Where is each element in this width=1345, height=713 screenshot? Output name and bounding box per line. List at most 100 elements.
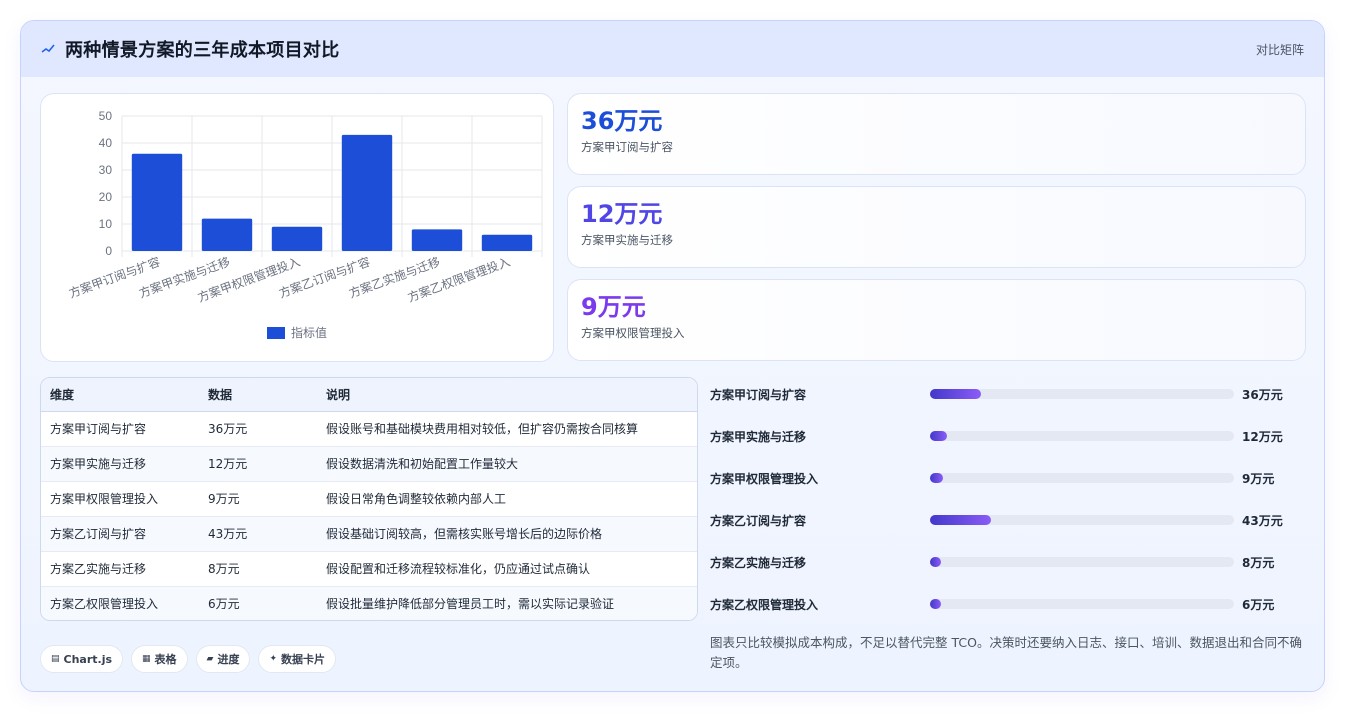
progress-track: [930, 515, 1234, 525]
data-table: 维度 数据 说明 方案甲订阅与扩容 36万元 假设账号和基础模块费用相对较低，但扩容仍需…: [40, 377, 698, 621]
progress-row: 方案乙权限管理投入 6万元: [710, 594, 1290, 614]
progress-value: 36万元: [1242, 387, 1283, 402]
page-title: 两种情景方案的三年成本项目对比: [65, 40, 340, 61]
feature-chips: ▤ Chart.js ▦ 表格 ▰ 进度 ✦ 数据卡片: [40, 645, 337, 673]
progress-track: [930, 599, 1234, 609]
card-header: 两种情景方案的三年成本项目对比 对比矩阵: [21, 21, 1324, 77]
progress-icon: ▰: [206, 654, 214, 664]
table-cell: 假设配置和迁移流程较标准化，仍应通过试点确认: [317, 551, 697, 587]
table-row: 方案乙实施与迁移 8万元 假设配置和迁移流程较标准化，仍应通过试点确认: [41, 551, 697, 587]
progress-track: [930, 431, 1234, 441]
progress-label: 方案乙订阅与扩容: [710, 513, 807, 528]
progress-row: 方案甲实施与迁移 12万元: [710, 426, 1290, 446]
table-cell: 方案甲权限管理投入: [41, 481, 199, 517]
stat-label: 方案甲实施与迁移: [581, 233, 673, 247]
chip-table[interactable]: ▦ 表格: [131, 645, 188, 673]
table-cell: 方案乙订阅与扩容: [41, 516, 199, 552]
table-cell: 假设基础订阅较高，但需核实账号增长后的边际价格: [317, 516, 697, 552]
progress-fill: [930, 389, 981, 399]
table-row: 方案甲实施与迁移 12万元 假设数据清洗和初始配置工作量较大: [41, 446, 697, 482]
bar: [411, 229, 463, 251]
progress-track: [930, 473, 1234, 483]
y-tick-label: 50: [99, 109, 113, 123]
progress-label: 方案甲订阅与扩容: [710, 387, 807, 402]
y-tick-label: 0: [105, 244, 112, 258]
progress-value: 12万元: [1242, 429, 1283, 444]
table-cell: 9万元: [199, 481, 317, 517]
table-header-row: 维度 数据 说明: [41, 378, 697, 412]
progress-row: 方案甲权限管理投入 9万元: [710, 468, 1290, 488]
table-row: 方案甲订阅与扩容 36万元 假设账号和基础模块费用相对较低，但扩容仍需按合同核算: [41, 411, 697, 447]
progress-row: 方案乙实施与迁移 8万元: [710, 552, 1290, 572]
bar: [201, 218, 253, 251]
progress-label: 方案乙实施与迁移: [710, 555, 807, 570]
bar: [271, 226, 323, 251]
table-cell: 6万元: [199, 586, 317, 620]
table-cell: 36万元: [199, 411, 317, 447]
progress-row: 方案乙订阅与扩容 43万元: [710, 510, 1290, 530]
progress-value: 9万元: [1242, 471, 1275, 486]
table-cell: 假设账号和基础模块费用相对较低，但扩容仍需按合同核算: [317, 411, 697, 447]
chip-label: Chart.js: [63, 652, 113, 666]
stat-value: 36万元: [581, 107, 663, 135]
table-icon: ▦: [142, 654, 151, 664]
progress-value: 8万元: [1242, 555, 1275, 570]
legend-swatch: [267, 327, 285, 339]
progress-fill: [930, 515, 991, 525]
matrix-tag: 对比矩阵: [1255, 42, 1304, 57]
stat-card: 36万元方案甲订阅与扩容: [567, 93, 1306, 175]
sparkline-icon: [41, 44, 55, 53]
footnote: 图表只比较模拟成本构成，不足以替代完整 TCO。决策时还要纳入日志、接口、培训、…: [710, 635, 1302, 670]
progress-track: [930, 557, 1234, 567]
y-tick-label: 10: [99, 217, 113, 231]
stat-value: 9万元: [581, 293, 646, 321]
column-header: 维度: [41, 378, 199, 412]
progress-fill: [930, 599, 941, 609]
legend-label: 指标值: [291, 325, 327, 340]
y-tick-label: 40: [99, 136, 113, 150]
bar-chart: 0 10 20 30 40 50 方案甲订阅与扩容 方案甲实施与迁移 方案甲权限管理投入 方案乙订…: [40, 93, 554, 362]
table-cell: 方案甲订阅与扩容: [41, 411, 199, 447]
chip-label: 表格: [154, 653, 177, 666]
table-cell: 方案乙实施与迁移: [41, 551, 199, 587]
progress-label: 方案乙权限管理投入: [710, 597, 819, 612]
table-cell: 12万元: [199, 446, 317, 482]
bar: [131, 153, 183, 251]
stat-label: 方案甲订阅与扩容: [581, 140, 673, 154]
table-cell: 方案甲实施与迁移: [41, 446, 199, 482]
progress-row: 方案甲订阅与扩容 36万元: [710, 384, 1290, 404]
progress-value: 6万元: [1242, 597, 1275, 612]
chip-chart[interactable]: ▤ Chart.js: [40, 645, 124, 673]
y-tick-label: 30: [99, 163, 113, 177]
table-cell: 8万元: [199, 551, 317, 587]
comparison-card: 两种情景方案的三年成本项目对比 对比矩阵 0 10 20 30 40 50 方案甲订阅与扩容…: [20, 20, 1325, 692]
bar-chart-svg: 01020304050方案甲订阅与扩容方案甲实施与迁移方案甲权限管理投入方案乙订…: [67, 109, 543, 340]
card-icon: ✦: [269, 654, 278, 664]
progress-label: 方案甲实施与迁移: [710, 429, 807, 444]
chip-label: 进度: [217, 653, 240, 666]
progress-value: 43万元: [1242, 513, 1283, 528]
table-row: 方案甲权限管理投入 9万元 假设日常角色调整较依赖内部人工: [41, 481, 697, 517]
stat-card: 9万元方案甲权限管理投入: [567, 279, 1306, 361]
bar: [341, 134, 393, 251]
chip-progress[interactable]: ▰ 进度: [195, 645, 251, 673]
progress-fill: [930, 431, 948, 441]
chart-icon: ▤: [51, 654, 60, 664]
table-row: 方案乙权限管理投入 6万元 假设批量维护降低部分管理员工时，需以实际记录验证: [41, 586, 697, 620]
stat-card: 12万元方案甲实施与迁移: [567, 186, 1306, 268]
progress-fill: [930, 557, 942, 567]
table-cell: 方案乙权限管理投入: [41, 586, 199, 620]
stat-label: 方案甲权限管理投入: [581, 326, 685, 340]
chip-label: 数据卡片: [281, 653, 326, 666]
table-cell: 43万元: [199, 516, 317, 552]
table-cell: 假设数据清洗和初始配置工作量较大: [317, 446, 697, 482]
table-cell: 假设批量维护降低部分管理员工时，需以实际记录验证: [317, 586, 697, 620]
stat-value: 12万元: [581, 200, 663, 228]
progress-track: [930, 389, 1234, 399]
chip-card[interactable]: ✦ 数据卡片: [258, 645, 337, 673]
progress-fill: [930, 473, 943, 483]
column-header: 数据: [199, 378, 317, 412]
bar: [481, 234, 533, 251]
table-cell: 假设日常角色调整较依赖内部人工: [317, 481, 697, 517]
progress-label: 方案甲权限管理投入: [710, 471, 819, 486]
